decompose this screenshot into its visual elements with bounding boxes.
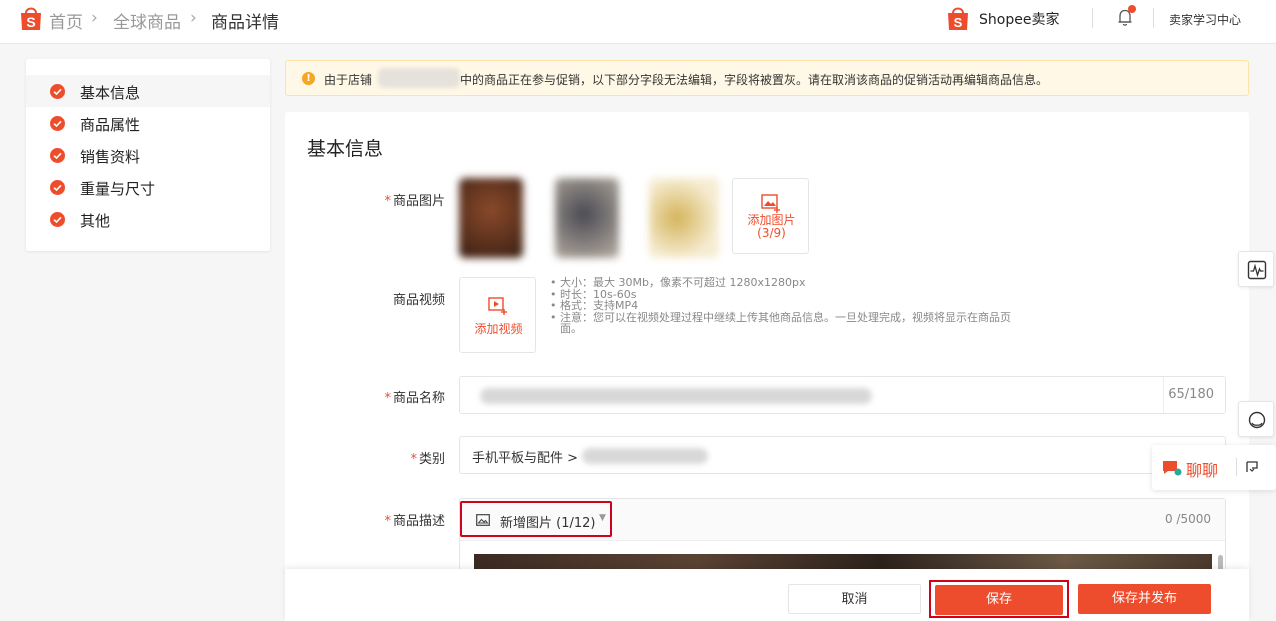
breadcrumb-separator: › <box>190 8 197 28</box>
video-note-size: 大小：最大 30Mb，像素不可超过 1280x1280px <box>550 277 1030 289</box>
nav-item-label: 商品属性 <box>80 116 141 134</box>
notification-dot <box>1128 5 1136 13</box>
product-name-counter: 65/180 <box>1168 387 1214 402</box>
editor-toolbar: 新增图片 (1/12) ▼ 0 /5000 <box>460 499 1225 541</box>
add-video-icon <box>488 297 507 315</box>
product-image-thumb[interactable] <box>555 178 619 258</box>
breadcrumb-current: 商品详情 <box>211 13 279 33</box>
promotion-notice: ! 由于店铺 中的商品正在参与促销，以下部分字段无法编辑，字段将被置灰。请在取消… <box>285 60 1249 96</box>
nav-item-basic-info[interactable]: 基本信息 <box>26 75 270 107</box>
add-video-label: 添加视频 <box>474 322 523 336</box>
product-name-label-text: 商品名称 <box>392 391 445 406</box>
check-circle-icon <box>50 116 65 131</box>
save-button[interactable]: 保存 <box>935 585 1063 615</box>
add-video-button[interactable]: 添加视频 <box>459 277 536 353</box>
brand-name[interactable]: Shopee卖家 <box>979 9 1059 29</box>
action-bar: 取消 保存 保存并发布 <box>285 569 1249 621</box>
product-video-label: 商品视频 <box>392 293 445 308</box>
add-picture-button[interactable]: 新增图片 (1/12) ▼ <box>460 501 612 537</box>
description-label-text: 商品描述 <box>392 514 445 529</box>
basic-info-card: 基本信息 *商品图片 添加图片(3/9) 商品视频 添加视频 大小：最大 30M… <box>285 112 1249 621</box>
required-mark: * <box>384 514 391 529</box>
notice-text-suffix: 中的商品正在参与促销，以下部分字段无法编辑，字段将被置灰。请在取消该商品的促销活… <box>460 73 1049 87</box>
divider <box>1163 377 1164 413</box>
pulse-icon <box>1247 260 1267 280</box>
support-button[interactable] <box>1238 401 1274 437</box>
redacted-category <box>582 448 708 464</box>
check-circle-icon <box>50 148 65 163</box>
description-counter: 0 /5000 <box>1164 512 1211 526</box>
add-image-label: 添加图片 (3/9) <box>733 214 810 240</box>
nav-item-label: 其他 <box>80 212 111 230</box>
product-images-label-text: 商品图片 <box>392 194 445 209</box>
check-circle-icon <box>50 212 65 227</box>
shopee-seller-logo-icon[interactable]: S <box>946 6 970 31</box>
add-image-button[interactable]: 添加图片 (3/9) <box>732 178 809 254</box>
minimize-icon[interactable] <box>1244 459 1260 475</box>
image-icon <box>476 514 490 526</box>
product-image-thumb[interactable] <box>649 178 719 258</box>
required-mark: * <box>410 452 417 467</box>
headset-icon <box>1248 411 1266 429</box>
category-label: * 类别 <box>325 448 445 467</box>
add-image-text: 添加图片 <box>747 213 796 227</box>
top-bar: S 首页 › 全球商品 › 商品详情 S Shopee卖家 卖家学习中心 <box>0 0 1276 44</box>
save-button-highlight: 保存 <box>929 580 1069 618</box>
required-mark: * <box>384 194 391 209</box>
video-note-caution: 注意：您可以在视频处理过程中继续上传其他商品信息。一旦处理完成，视频将显示在商品… <box>550 311 1030 335</box>
chat-widget[interactable]: 聊聊 <box>1152 445 1276 490</box>
check-circle-icon <box>50 180 65 195</box>
breadcrumb-global-products[interactable]: 全球商品 <box>113 8 181 33</box>
redacted-product-name <box>480 388 872 404</box>
nav-item-label: 重量与尺寸 <box>80 180 156 198</box>
activity-monitor-button[interactable] <box>1238 251 1274 287</box>
nav-item-label: 销售资料 <box>80 148 141 166</box>
chat-label: 聊聊 <box>1186 461 1219 480</box>
nav-item-sales-info[interactable]: 销售资料 <box>26 139 270 171</box>
nav-item-label: 基本信息 <box>80 84 141 102</box>
breadcrumb-separator: › <box>91 8 98 28</box>
nav-item-attributes[interactable]: 商品属性 <box>26 107 270 139</box>
chevron-down-icon: ▼ <box>599 513 606 523</box>
product-image-thumb[interactable] <box>459 178 523 258</box>
redacted-shop-name <box>378 68 460 88</box>
video-requirements: 大小：最大 30Mb，像素不可超过 1280x1280px 时长：10s-60s… <box>550 277 1030 335</box>
nav-item-weight-size[interactable]: 重量与尺寸 <box>26 171 270 203</box>
chat-icon <box>1163 461 1182 476</box>
svg-text:S: S <box>954 15 963 30</box>
add-picture-label: 新增图片 (1/12) <box>500 516 596 531</box>
info-icon: ! <box>302 72 315 85</box>
check-circle-icon <box>50 84 65 99</box>
required-mark: * <box>384 391 391 406</box>
product-images-label: * 商品图片 <box>325 190 445 209</box>
nav-item-others[interactable]: 其他 <box>26 203 270 235</box>
video-note-format: 格式：支持MP4 <box>550 300 1030 312</box>
divider <box>1092 8 1093 28</box>
category-label-text: 类别 <box>418 452 445 467</box>
breadcrumb-home[interactable]: 首页 <box>49 8 83 33</box>
divider <box>1236 458 1237 476</box>
category-selector[interactable]: 手机平板与配件 > <box>459 436 1226 474</box>
save-and-publish-button[interactable]: 保存并发布 <box>1078 584 1211 614</box>
add-image-count: (3/9) <box>757 226 786 240</box>
add-image-icon <box>761 194 780 213</box>
product-name-input[interactable]: 65/180 <box>459 376 1226 414</box>
category-value: 手机平板与配件 > <box>472 451 579 466</box>
section-nav: 基本信息 商品属性 销售资料 重量与尺寸 其他 <box>26 59 270 251</box>
divider <box>1153 8 1154 28</box>
cancel-button[interactable]: 取消 <box>788 584 921 614</box>
shopee-bag-icon[interactable]: S <box>18 5 44 32</box>
svg-text:S: S <box>26 14 35 30</box>
description-label: * 商品描述 <box>325 510 445 529</box>
learning-center-link[interactable]: 卖家学习中心 <box>1169 11 1241 28</box>
notice-text-prefix: 由于店铺 <box>324 73 373 87</box>
section-title: 基本信息 <box>307 138 384 160</box>
product-name-label: * 商品名称 <box>325 387 445 406</box>
